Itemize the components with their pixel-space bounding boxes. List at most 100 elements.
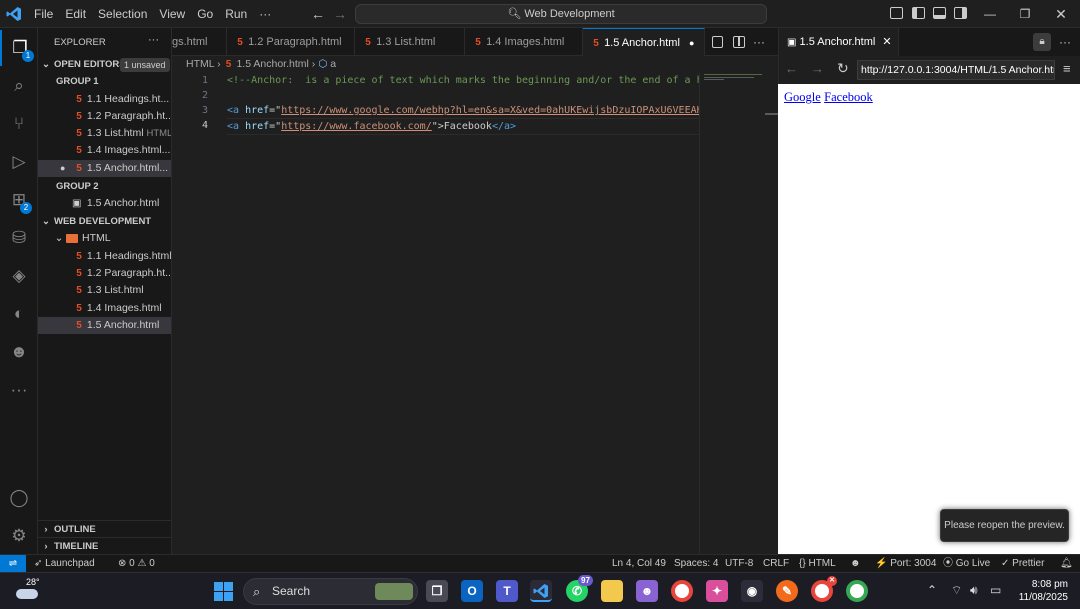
- scrollbar[interactable]: [765, 113, 778, 115]
- davinci-resolve-icon[interactable]: ◉: [741, 580, 763, 602]
- battery-icon[interactable]: ▭: [990, 583, 1001, 597]
- forward-arrow-icon[interactable]: →: [333, 6, 347, 22]
- notification-toast[interactable]: Please reopen the preview.: [940, 509, 1069, 542]
- copilot-status-icon[interactable]: ☻: [850, 555, 861, 572]
- split-editor-icon[interactable]: [733, 36, 745, 48]
- close-window-icon[interactable]: ✕: [1044, 0, 1078, 28]
- breadcrumb-symbol[interactable]: a: [330, 58, 336, 70]
- source-control-icon[interactable]: ⑂: [0, 106, 38, 142]
- explorer-icon[interactable]: ❐ 1: [0, 30, 38, 66]
- edge-icon[interactable]: ◐: [0, 296, 38, 332]
- more-actions-icon[interactable]: ···: [753, 35, 765, 49]
- tab-anchor-active[interactable]: 5 1.5 Anchor.html ●: [583, 28, 705, 56]
- encoding[interactable]: UTF-8: [725, 555, 753, 572]
- more-actions-icon[interactable]: ···: [1059, 35, 1071, 49]
- cursor-position[interactable]: Ln 4, Col 49: [612, 555, 666, 572]
- menu-edit[interactable]: Edit: [59, 0, 92, 28]
- back-arrow-icon[interactable]: ←: [311, 6, 325, 22]
- link-google[interactable]: Google: [784, 90, 821, 104]
- customize-layout-icon[interactable]: [890, 7, 903, 19]
- breadcrumb-folder[interactable]: HTML: [186, 58, 214, 70]
- tab-preview[interactable]: ▣ 1.5 Anchor.html ✕: [779, 28, 899, 56]
- run-debug-icon[interactable]: ▷: [0, 144, 38, 180]
- menu-more[interactable]: ···: [253, 0, 277, 28]
- tab-headings[interactable]: gs.html: [172, 28, 227, 56]
- close-tab-icon[interactable]: ✕: [882, 36, 891, 48]
- settings-gear-icon[interactable]: ⚙: [0, 518, 38, 554]
- open-editor-item-active[interactable]: ● 5 1.5 Anchor.html...: [38, 160, 171, 177]
- outlook-icon[interactable]: O: [461, 580, 483, 602]
- timeline-header[interactable]: › TIMELINE: [38, 537, 171, 554]
- code-line-3[interactable]: <a href="https://www.google.com/webhp?hl…: [227, 103, 699, 118]
- file-item[interactable]: 5 1.2 Paragraph.ht...: [38, 265, 171, 282]
- minimize-icon[interactable]: —: [973, 0, 1007, 28]
- menu-selection[interactable]: Selection: [92, 0, 153, 28]
- minimap[interactable]: [699, 73, 765, 554]
- folder-html[interactable]: ⌄ HTML: [38, 230, 171, 247]
- url-bar[interactable]: http://127.0.0.1:3004/HTML/1.5 Anchor.ht…: [857, 60, 1055, 80]
- language-mode[interactable]: {} HTML: [799, 555, 836, 572]
- open-editor-item[interactable]: 5 1.2 Paragraph.ht...: [38, 108, 171, 125]
- code-line-4[interactable]: <a href="https://www.facebook.com/">Face…: [227, 118, 699, 135]
- extensions-icon[interactable]: ⊞ 2: [0, 182, 38, 218]
- chrome-profile-icon[interactable]: ✕: [811, 576, 837, 602]
- menu-go[interactable]: Go: [191, 0, 219, 28]
- command-center[interactable]: 🔍︎ Web Development: [355, 4, 767, 24]
- more-views-icon[interactable]: ···: [0, 372, 38, 408]
- menu-file[interactable]: File: [28, 0, 59, 28]
- show-hidden-icons-icon[interactable]: ⌃: [927, 583, 937, 597]
- explorer-more-icon[interactable]: ···: [148, 34, 159, 46]
- open-preview-icon[interactable]: [712, 36, 723, 48]
- problems-item[interactable]: ⊗ 0 ⚠ 0: [118, 555, 155, 572]
- outline-header[interactable]: › OUTLINE: [38, 520, 171, 537]
- breadcrumb-file[interactable]: 1.5 Anchor.html: [236, 58, 308, 70]
- chrome-icon[interactable]: [671, 580, 693, 602]
- open-editors-header[interactable]: ⌄ OPEN EDITORS 1 unsaved: [38, 56, 171, 73]
- database-icon[interactable]: ⛁: [0, 220, 38, 256]
- copilot-app-icon[interactable]: ☻: [636, 580, 658, 602]
- remote-indicator-icon[interactable]: ⇌: [0, 555, 26, 573]
- hamburger-menu-icon[interactable]: ≡: [1063, 61, 1071, 76]
- clock[interactable]: 8:08 pm 11/08/2025: [1012, 578, 1068, 604]
- windows-start-icon[interactable]: [214, 582, 233, 601]
- copilot-icon[interactable]: ✦: [706, 580, 728, 602]
- link-facebook[interactable]: Facebook: [824, 90, 873, 104]
- teams-icon[interactable]: T: [496, 580, 518, 602]
- maximize-icon[interactable]: ❐: [1008, 0, 1042, 28]
- indentation[interactable]: Spaces: 4: [674, 555, 718, 572]
- toggle-secondary-sidebar-icon[interactable]: [954, 7, 967, 19]
- tab-list[interactable]: 5 1.3 List.html: [355, 28, 465, 56]
- lock-icon[interactable]: 🔒︎: [1033, 33, 1051, 51]
- weather-widget[interactable]: 28°: [14, 577, 44, 605]
- wifi-icon[interactable]: ⌔: [951, 583, 962, 598]
- line-ending[interactable]: CRLF: [763, 555, 789, 572]
- toggle-panel-icon[interactable]: [933, 7, 946, 19]
- whatsapp-icon[interactable]: ✆ 97: [566, 575, 593, 602]
- file-item[interactable]: 5 1.4 Images.html: [38, 300, 171, 317]
- unsaved-dot-icon[interactable]: ●: [689, 38, 694, 48]
- open-editor-item[interactable]: 5 1.3 List.html HTML: [38, 125, 171, 142]
- tab-paragraph[interactable]: 5 1.2 Paragraph.html: [227, 28, 355, 56]
- vscode-logo-icon[interactable]: [6, 6, 22, 22]
- back-arrow-icon[interactable]: ←: [785, 61, 798, 76]
- tab-images[interactable]: 5 1.4 Images.html: [465, 28, 583, 56]
- prettier-item[interactable]: ✓ Prettier: [1001, 555, 1044, 572]
- file-item[interactable]: 5 1.3 List.html: [38, 282, 171, 299]
- forward-arrow-icon[interactable]: →: [811, 61, 824, 76]
- account-icon[interactable]: ◯: [0, 480, 38, 516]
- pen-app-icon[interactable]: ✎: [776, 580, 798, 602]
- go-live-item[interactable]: ⦿ Go Live: [943, 555, 990, 572]
- notifications-bell-icon[interactable]: 🔔︎: [1060, 555, 1073, 572]
- file-item[interactable]: 5 1.1 Headings.html: [38, 248, 171, 265]
- open-editor-item[interactable]: 5 1.4 Images.html...: [38, 142, 171, 159]
- file-item-active[interactable]: 5 1.5 Anchor.html: [38, 317, 171, 334]
- menu-run[interactable]: Run: [219, 0, 253, 28]
- open-editor-item[interactable]: ▣ 1.5 Anchor.html: [38, 195, 171, 212]
- volume-icon[interactable]: 🔊︎: [970, 583, 978, 598]
- workspace-header[interactable]: ⌄ WEB DEVELOPMENT: [38, 213, 171, 230]
- launchpad-item[interactable]: ➶ Launchpad: [34, 555, 95, 572]
- code-editor[interactable]: 1 2 3 4 <!--Anchor: is a piece of text w…: [172, 73, 778, 554]
- reload-icon[interactable]: ↻: [837, 60, 849, 77]
- taskbar-search[interactable]: ⌕ Search: [243, 578, 418, 605]
- task-view-icon[interactable]: ❐: [426, 580, 448, 602]
